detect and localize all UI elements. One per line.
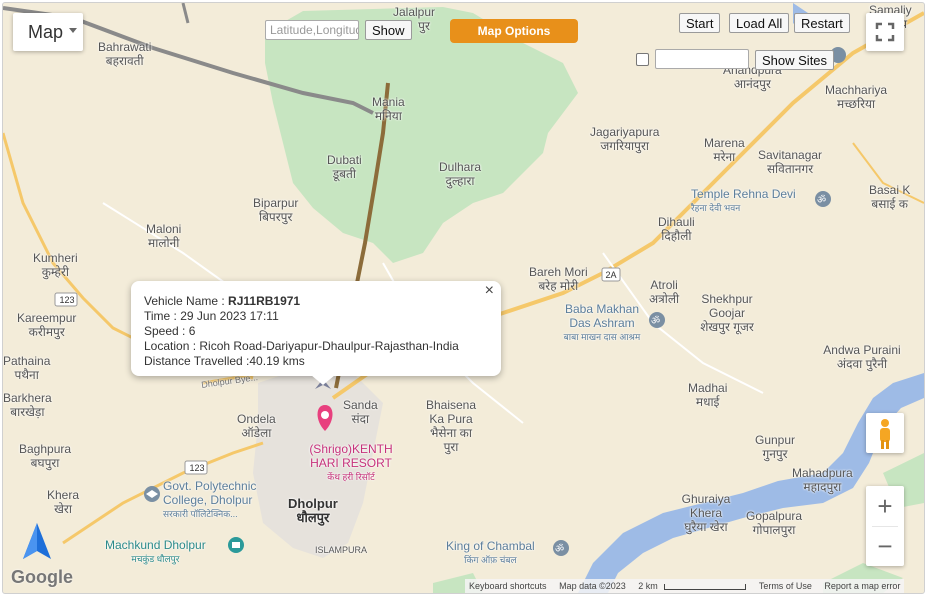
popup-tail xyxy=(311,375,335,385)
place-label: Atroli अत्रोली xyxy=(649,278,680,306)
place-label: Khera खेरा xyxy=(47,488,80,516)
start-button[interactable]: Start xyxy=(679,13,721,33)
place-label: Machhariya मच्छरिया xyxy=(825,83,888,111)
place-label: Dihauli दिहौली xyxy=(658,215,695,243)
sites-input[interactable] xyxy=(655,49,749,69)
keyboard-shortcuts-link[interactable]: Keyboard shortcuts xyxy=(469,581,547,591)
place-label: Jagariyapura जगरियापुरा xyxy=(590,125,660,153)
scale-bar xyxy=(664,583,747,590)
place-label: Andwa Puraini अंदवा पुरैनी xyxy=(823,343,901,371)
popup-vehicle-value: RJ11RB1971 xyxy=(228,294,301,308)
place-label: Biparpur बिपरपुर xyxy=(253,196,299,224)
scale-text: 2 km xyxy=(638,581,658,591)
popup-location: Location : Ricoh Road-Dariyapur-Dhaulpur… xyxy=(144,339,459,353)
place-label: Savitanagar सवितानगर xyxy=(758,148,823,176)
king-of-chambal-icon: ॐ xyxy=(553,540,569,556)
college-icon xyxy=(144,486,160,502)
temple-icon: ॐ xyxy=(815,191,831,207)
place-label: Bareh Mori बरेह मोरी xyxy=(529,265,588,293)
map-data-text: Map data ©2023 xyxy=(559,581,626,591)
place-label: Bahrawati बहरावती xyxy=(98,40,152,68)
chevron-down-icon xyxy=(69,28,77,33)
forest-area xyxy=(265,7,578,263)
popup-vehicle-label: Vehicle Name : xyxy=(144,294,229,308)
attribution-bar: Keyboard shortcuts Map data ©2023 2 km T… xyxy=(465,579,905,593)
place-label: Sanda संदा xyxy=(343,398,378,426)
road-label: 123 xyxy=(59,295,75,305)
navigation-arrow-icon xyxy=(23,523,51,559)
zoom-control: + − xyxy=(866,486,904,566)
place-label: Madhai मधाई xyxy=(688,381,728,409)
show-button[interactable]: Show xyxy=(365,20,412,40)
place-label: Gunpur गुनपुर xyxy=(755,433,796,461)
poi-label[interactable]: Baba Makhan Das Ashram बाबा माखन दास आश्र… xyxy=(559,302,645,344)
islampura-label: ISLAMPURA xyxy=(315,545,368,555)
place-label: Pathaina पथैना xyxy=(3,354,51,382)
poi-label[interactable]: (Shrigo)KENTH HARI RESORT केंथ हरी रिसॉर्… xyxy=(301,442,401,484)
place-label: Bhaisena Ka Pura भैसेना का पुरा xyxy=(425,398,477,454)
poi-label[interactable]: Machkund Dholpur मचकुंड धौलपुर xyxy=(105,538,206,566)
place-label: Ghuraiya Khera घुरैया खेरा xyxy=(681,492,731,534)
place-label: Dubati डूबती xyxy=(327,153,362,181)
place-label: Shekhpur Goojar शेखपुर गूजर xyxy=(700,292,754,334)
map-type-dropdown[interactable]: Map xyxy=(13,13,83,51)
popup-time: Time : 29 Jun 2023 17:11 xyxy=(144,309,279,323)
popup-vehicle-line: Vehicle Name : RJ11RB1971 xyxy=(144,294,300,309)
place-label: Ondela ऑडेला xyxy=(237,412,276,440)
load-all-button[interactable]: Load All xyxy=(729,13,790,33)
place-label: Mania मनिया xyxy=(372,95,405,123)
fullscreen-button[interactable] xyxy=(866,13,904,51)
map-frame: ॐ ॐ ॐ 123 123 2A Dholpur Bye... Jalalpur… xyxy=(2,2,925,594)
vehicle-info-popup: Vehicle Name : RJ11RB1971 Time : 29 Jun … xyxy=(131,281,501,376)
report-error-link[interactable]: Report a map error xyxy=(824,581,900,591)
latlng-input[interactable]: Latitude,Longitude xyxy=(265,20,359,40)
popup-distance: Distance Travelled :40.19 kms xyxy=(144,354,305,368)
ashram-icon: ॐ xyxy=(649,312,665,328)
zoom-in-button[interactable]: + xyxy=(866,486,904,526)
poi-label[interactable]: Temple Rehna Devi रैहना देवी भवन xyxy=(691,187,796,215)
fullscreen-icon xyxy=(875,22,895,42)
place-label: Maloni मालोनी xyxy=(146,222,182,250)
google-logo: Google xyxy=(11,567,73,587)
place-label: Baghpura बघपुरा xyxy=(19,442,72,470)
road-label: 2A xyxy=(605,270,617,280)
place-label: Dulhara दुल्हारा xyxy=(439,160,482,188)
svg-text:ॐ: ॐ xyxy=(555,543,564,555)
popup-speed: Speed : 6 xyxy=(144,324,196,338)
place-label: Mahadpura महादपुरा xyxy=(792,466,853,494)
pegman-button[interactable] xyxy=(866,413,904,453)
sites-checkbox[interactable] xyxy=(636,53,649,66)
svg-text:ॐ: ॐ xyxy=(817,194,826,206)
place-label: Basai K बसाई क xyxy=(869,183,911,211)
popup-close-button[interactable]: × xyxy=(485,283,494,299)
place-label: Marena मरेना xyxy=(704,136,745,164)
place-label: Barkhera बारखेड़ा xyxy=(3,391,52,419)
zoom-out-button[interactable]: − xyxy=(866,526,904,566)
terms-link[interactable]: Terms of Use xyxy=(759,581,812,591)
highway-2 xyxy=(181,3,190,24)
svg-text:ॐ: ॐ xyxy=(651,315,660,327)
poi-label[interactable]: Govt. Polytechnic College, Dholpur सरकारी… xyxy=(163,479,273,521)
place-label: Dholpur धौलपुर xyxy=(288,496,338,525)
landmark-icon xyxy=(228,537,244,553)
place-label: Gopalpura गोपालपुरा xyxy=(746,509,803,537)
poi-label[interactable]: King of Chambal किंग ऑफ़ चंबल xyxy=(446,539,535,567)
pegman-icon xyxy=(880,419,890,449)
map-type-label: Map xyxy=(28,22,64,42)
show-sites-button[interactable]: Show Sites xyxy=(755,50,835,70)
road-label: 123 xyxy=(189,463,205,473)
place-label: Kareempur करीमपुर xyxy=(17,311,77,339)
place-label: Kumheri कुम्हेरी xyxy=(33,251,78,279)
map-options-button[interactable]: Map Options xyxy=(450,19,578,43)
restart-button[interactable]: Restart xyxy=(794,13,850,33)
